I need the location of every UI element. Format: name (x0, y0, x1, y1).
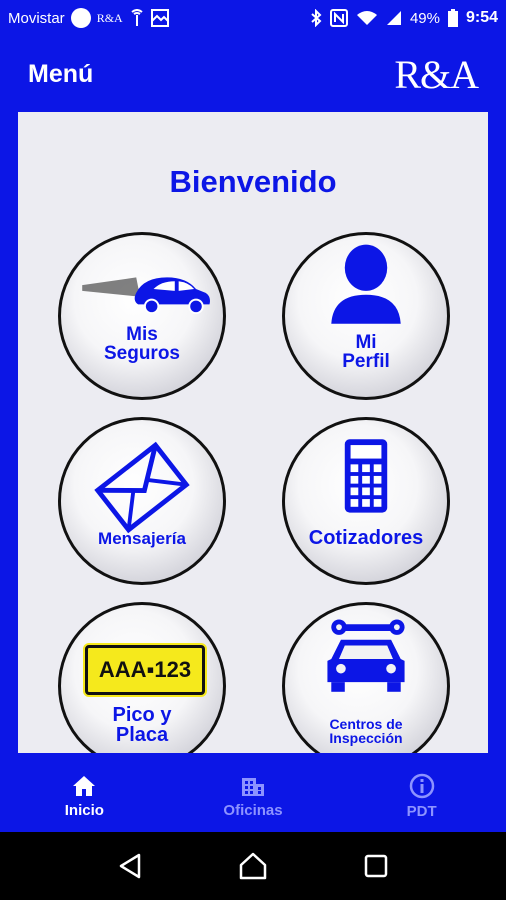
carrier-label: Movistar (8, 9, 65, 27)
tile-label-line1: Centros de (329, 716, 403, 732)
building-icon (242, 777, 264, 796)
wifi-icon (356, 10, 378, 26)
nav-label: Inicio (64, 801, 104, 819)
status-bar: Movistar R&A 49% 9:54 (0, 0, 506, 36)
nav-pdt[interactable]: PDT (337, 760, 506, 832)
home-button[interactable] (238, 851, 268, 881)
tile-mi-perfil[interactable]: Mi Perfil (282, 232, 450, 400)
home-icon (73, 775, 96, 796)
app-badge: R&A (96, 10, 123, 25)
welcome-heading: Bienvenido (169, 164, 337, 199)
brand-logo: R&A (394, 51, 479, 97)
nav-label: PDT (406, 802, 437, 820)
person-icon (331, 244, 401, 324)
home-outline-icon (239, 852, 267, 880)
tile-centros-de-inspeccion[interactable]: Centros de Inspección (282, 602, 450, 753)
tile-mensajeria[interactable]: Mensajería (58, 417, 226, 585)
nav-inicio[interactable]: Inicio (0, 760, 169, 832)
tile-label-line1: Pico y (112, 704, 172, 726)
nav-oficinas[interactable]: Oficinas (169, 760, 338, 832)
license-plate-icon: AAA▪123 (85, 645, 205, 695)
clock: 9:54 (465, 9, 498, 26)
calculator-icon (344, 439, 388, 513)
info-icon (409, 773, 434, 798)
bottom-navigation: Inicio Oficinas PDT (0, 760, 506, 832)
back-button[interactable] (117, 852, 143, 880)
antenna-icon (129, 9, 145, 27)
car-icon (82, 277, 210, 315)
bluetooth-icon (310, 9, 322, 27)
tile-label-line2: Placa (115, 724, 169, 746)
home-content: Bienvenido Mis Seguros Mi Perfil Mensaje… (18, 112, 488, 753)
tile-label-line1: Mensajería (98, 529, 186, 548)
image-notification-icon (150, 9, 169, 27)
app-bar: Menú R&A (0, 36, 506, 112)
tile-mis-seguros[interactable]: Mis Seguros (58, 232, 226, 400)
battery-percent: 49% (409, 9, 440, 27)
system-navigation-bar (0, 832, 506, 900)
plate-number: AAA▪123 (98, 657, 192, 682)
tile-label-line1: Cotizadores (308, 527, 424, 549)
recents-button[interactable] (363, 853, 389, 879)
tile-label-line1: Mis (126, 324, 158, 345)
tile-cotizadores[interactable]: Cotizadores (282, 417, 450, 585)
nfc-icon (329, 9, 348, 27)
battery-icon (447, 9, 458, 27)
tile-label-line2: Seguros (103, 343, 181, 364)
signal-icon (386, 10, 402, 26)
back-triangle-icon (120, 853, 141, 879)
nav-label: Oficinas (223, 801, 283, 819)
tile-label-line1: Mi (355, 332, 377, 353)
tile-pico-y-placa[interactable]: AAA▪123 Pico y Placa (58, 602, 226, 753)
tile-label-line2: Perfil (342, 351, 390, 372)
notification-dot-icon (70, 8, 91, 28)
tile-label-line2: Inspección (329, 730, 403, 746)
menu-title[interactable]: Menú (28, 60, 93, 89)
envelope-icon (94, 441, 190, 534)
square-icon (364, 854, 387, 878)
